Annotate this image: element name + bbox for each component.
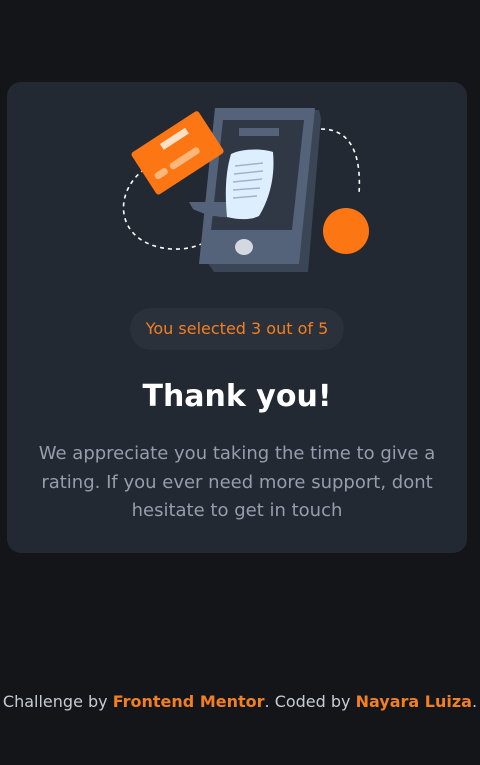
footer-suffix: . (471, 692, 478, 711)
thank-you-card: You selected 3 out of 5 Thank you! We ap… (7, 82, 467, 553)
phone-home-button (235, 239, 253, 255)
frontend-mentor-link[interactable]: Frontend Mentor (113, 692, 265, 711)
orange-dot (323, 208, 369, 254)
footer-prefix: Challenge by (2, 692, 113, 711)
attribution-footer: Challenge by Frontend Mentor. Coded by N… (0, 690, 480, 714)
selected-rating-badge: You selected 3 out of 5 (130, 308, 344, 350)
thank-you-title: Thank you! (142, 379, 332, 414)
footer-middle: . Coded by (264, 692, 356, 711)
thank-you-message: We appreciate you taking the time to giv… (38, 443, 436, 521)
author-link[interactable]: Nayara Luiza (356, 692, 472, 711)
phone-payment-illustration-icon (122, 108, 369, 272)
page: You selected 3 out of 5 Thank you! We ap… (0, 0, 480, 765)
dashed-orbit-right (320, 128, 361, 195)
phone-speaker (239, 128, 279, 136)
